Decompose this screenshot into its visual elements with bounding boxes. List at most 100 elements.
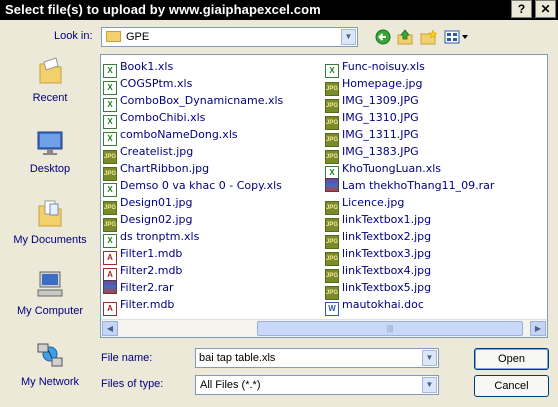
- look-in-dropdown[interactable]: GPE ▼: [101, 27, 358, 47]
- file-item[interactable]: Wmautokhai.doc: [325, 296, 494, 316]
- file-item[interactable]: JPG linkTextbox5.jpg: [325, 279, 494, 300]
- folder-icon: [106, 31, 121, 42]
- file-item[interactable]: X ComboChibi.xls: [103, 109, 283, 129]
- file-item[interactable]: JPG IMG_1311.JPG: [325, 126, 494, 147]
- look-in-label: Look in:: [54, 30, 93, 42]
- place-my-documents[interactable]: My Documents: [6, 194, 94, 262]
- file-item[interactable]: XcomboNameDong.xls: [103, 126, 283, 146]
- file-name-input[interactable]: [199, 351, 419, 365]
- places-bar: Recent Desktop My Documents My Computer …: [6, 52, 94, 397]
- cancel-button[interactable]: Cancel: [474, 375, 549, 397]
- rar-file-icon: [103, 280, 117, 294]
- place-label: Recent: [32, 92, 68, 104]
- scroll-thumb[interactable]: |||: [257, 321, 523, 336]
- file-item[interactable]: X ComboBox_Dynamicname.xls: [103, 92, 283, 112]
- file-type-value: All Files (*.*): [200, 379, 261, 391]
- file-name: Lam thekhoThang11_09.rar: [342, 179, 495, 192]
- help-button[interactable]: ?: [511, 0, 532, 18]
- file-name: IMG_1311.JPG: [342, 128, 419, 141]
- file-name: IMG_1383.JPG: [342, 145, 419, 158]
- file-name-label: File name:: [101, 352, 153, 364]
- file-name: ComboChibi.xls: [120, 111, 206, 124]
- place-desktop[interactable]: Desktop: [6, 123, 94, 191]
- up-folder-icon[interactable]: [396, 29, 414, 45]
- file-name: linkTextbox1.jpg: [342, 213, 432, 226]
- file-item[interactable]: JPG IMG_1310.JPG: [325, 109, 494, 130]
- file-item[interactable]: Lam thekhoThang11_09.rar: [325, 177, 494, 194]
- views-menu-icon[interactable]: [444, 29, 470, 45]
- file-item[interactable]: X Demso 0 va khac 0 - Copy.xls: [103, 177, 283, 197]
- file-item[interactable]: X COGSPtm.xls: [103, 75, 283, 95]
- look-in-value: GPE: [126, 31, 150, 43]
- file-item[interactable]: JPG linkTextbox2.jpg: [325, 228, 494, 249]
- mdb-file-icon: A: [103, 302, 117, 316]
- my-documents-icon: [36, 198, 64, 228]
- file-name: Filter.mdb: [120, 298, 175, 311]
- file-item[interactable]: X KhoTuongLuan.xls: [325, 160, 494, 180]
- place-label: My Computer: [16, 305, 84, 317]
- file-item[interactable]: A Filter.mdb: [103, 296, 283, 316]
- file-name: Homepage.jpg: [342, 77, 423, 90]
- file-item[interactable]: JPG linkTextbox4.jpg: [325, 262, 494, 283]
- file-item[interactable]: JPG Createlist.jpg: [103, 143, 283, 164]
- file-name: Filter1.mdb: [120, 247, 183, 260]
- file-name: Licence.jpg: [342, 196, 405, 209]
- file-name: COGSPtm.xls: [120, 77, 193, 90]
- my-network-icon: [36, 340, 64, 370]
- back-icon[interactable]: [374, 29, 392, 45]
- file-name: linkTextbox3.jpg: [342, 247, 432, 260]
- new-folder-icon[interactable]: [420, 29, 438, 45]
- file-item[interactable]: JPG linkTextbox1.jpg: [325, 211, 494, 232]
- scroll-right-icon[interactable]: ▶: [530, 321, 546, 336]
- file-list[interactable]: X Book1.xls X COGSPtm.xls X ComboBox_Dynamicn…: [100, 54, 548, 338]
- file-name: linkTextbox5.jpg: [342, 281, 432, 294]
- place-my-computer[interactable]: My Computer: [6, 265, 94, 333]
- file-name: Design01.jpg: [120, 196, 193, 209]
- my-computer-icon: [36, 269, 64, 299]
- file-type-dropdown[interactable]: All Files (*.*) ▼: [195, 375, 439, 395]
- file-item[interactable]: A Filter2.mdb: [103, 262, 283, 282]
- file-item[interactable]: JPG Design01.jpg: [103, 194, 283, 215]
- file-name: Demso 0 va khac 0 - Copy.xls: [120, 179, 282, 192]
- file-item[interactable]: JPG Licence.jpg: [325, 194, 494, 215]
- file-column-2: X Func-noisuy.xls JPG Homepage.jpg JPG IMG_13…: [325, 58, 494, 316]
- file-name: linkTextbox4.jpg: [342, 264, 432, 277]
- scroll-left-icon[interactable]: ◀: [102, 321, 118, 336]
- file-type-label: Files of type:: [101, 378, 164, 390]
- file-name: ds tronptm.xls: [120, 230, 200, 243]
- file-item[interactable]: Filter2.rar: [103, 279, 283, 296]
- file-name-combo[interactable]: ▼: [195, 348, 439, 368]
- place-label: My Network: [20, 376, 80, 388]
- file-item[interactable]: JPG IMG_1309.JPG: [325, 92, 494, 113]
- file-name: comboNameDong.xls: [120, 128, 238, 141]
- file-name: Book1.xls: [120, 60, 174, 73]
- close-button[interactable]: ✕: [535, 0, 556, 18]
- file-name: KhoTuongLuan.xls: [342, 162, 442, 175]
- file-name: Filter2.mdb: [120, 264, 183, 277]
- file-item[interactable]: JPG Homepage.jpg: [325, 75, 494, 96]
- file-item[interactable]: JPG Design02.jpg: [103, 211, 283, 232]
- place-my-network[interactable]: My Network: [6, 336, 94, 404]
- file-item[interactable]: X Book1.xls: [103, 58, 283, 78]
- chevron-down-icon[interactable]: ▼: [422, 377, 437, 393]
- file-item[interactable]: Xds tronptm.xls: [103, 228, 283, 248]
- file-name: Func-noisuy.xls: [342, 60, 425, 73]
- chevron-down-icon[interactable]: ▼: [341, 29, 356, 45]
- window-title: Select file(s) to upload by www.giaiphap…: [5, 2, 321, 17]
- file-name: IMG_1310.JPG: [342, 111, 419, 124]
- open-button[interactable]: Open: [474, 348, 549, 370]
- rar-file-icon: [325, 178, 339, 192]
- chevron-down-icon[interactable]: ▼: [422, 350, 437, 366]
- horizontal-scrollbar[interactable]: ◀ ||| ▶: [101, 319, 547, 337]
- file-item[interactable]: A Filter1.mdb: [103, 245, 283, 265]
- place-recent[interactable]: Recent: [6, 52, 94, 120]
- file-name: Design02.jpg: [120, 213, 193, 226]
- recent-icon: [36, 56, 64, 86]
- file-column-1: X Book1.xls X COGSPtm.xls X ComboBox_Dynamicn…: [103, 58, 283, 316]
- desktop-icon: [36, 127, 64, 157]
- file-item[interactable]: JPG linkTextbox3.jpg: [325, 245, 494, 266]
- file-name: mautokhai.doc: [342, 298, 424, 311]
- file-item[interactable]: JPG IMG_1383.JPG: [325, 143, 494, 164]
- file-item[interactable]: X Func-noisuy.xls: [325, 58, 494, 78]
- file-item[interactable]: JPG ChartRibbon.jpg: [103, 160, 283, 181]
